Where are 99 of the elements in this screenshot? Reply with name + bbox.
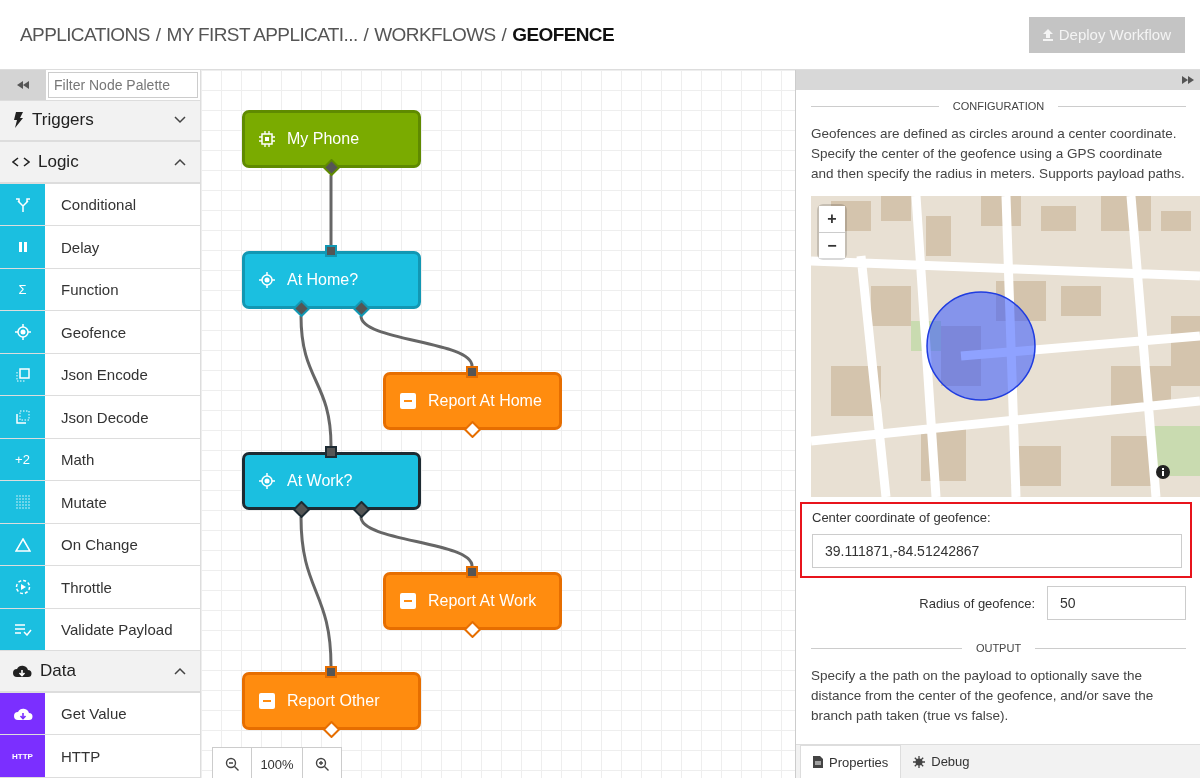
palette-item[interactable]: +2 Math bbox=[0, 438, 200, 482]
item-label: Mutate bbox=[60, 492, 107, 513]
category-label: Triggers bbox=[32, 110, 95, 131]
breadcrumb-link[interactable]: MY FIRST APPLICATI... bbox=[166, 23, 358, 46]
minus-square-icon bbox=[259, 693, 275, 709]
lightning-icon bbox=[12, 112, 24, 129]
breadcrumb-current: GEOFENCE bbox=[512, 23, 615, 46]
breadcrumb-separator: / bbox=[501, 23, 507, 46]
triangle-icon bbox=[14, 537, 31, 552]
input-port[interactable] bbox=[466, 566, 478, 578]
palette-item[interactable]: On Change bbox=[0, 523, 200, 567]
description-text: Specify a the path on the payload to optionally save the distance from the center of the geofence, and/or save the branch path taken (true vs false). bbox=[811, 667, 1155, 725]
breadcrumb-link[interactable]: APPLICATIONS bbox=[20, 23, 150, 46]
item-label: Function bbox=[60, 280, 119, 301]
item-label: Validate Payload bbox=[60, 620, 173, 641]
target-icon bbox=[259, 272, 275, 288]
category-header[interactable]: Logic bbox=[0, 142, 200, 184]
output-port[interactable] bbox=[323, 159, 340, 176]
coordinate-field[interactable]: 39.111871,-84.51242867 bbox=[812, 534, 1182, 568]
info-icon bbox=[1156, 465, 1170, 479]
breadcrumb-link[interactable]: WORKFLOWS bbox=[374, 23, 496, 46]
palette-item[interactable]: Delay bbox=[0, 226, 200, 269]
item-label: Delay bbox=[60, 237, 100, 258]
dot-grid-icon bbox=[15, 495, 30, 510]
input-port[interactable] bbox=[325, 666, 337, 678]
field-label: Radius of geofence: bbox=[919, 595, 1035, 611]
node-label: Report At Home bbox=[428, 392, 542, 410]
input-port[interactable] bbox=[466, 366, 478, 378]
palette-item[interactable]: Conditional bbox=[0, 183, 200, 227]
dotted-square-icon bbox=[15, 410, 30, 425]
output-port[interactable] bbox=[293, 501, 310, 518]
palette-item[interactable]: Get Value bbox=[0, 692, 200, 736]
target-icon bbox=[259, 473, 275, 489]
item-label: Geofence bbox=[60, 322, 127, 343]
connector bbox=[329, 175, 333, 245]
expand-icon[interactable] bbox=[1182, 76, 1194, 84]
breadcrumb-separator: / bbox=[363, 23, 369, 46]
radius-field[interactable]: 50 bbox=[1047, 586, 1186, 620]
category-header[interactable]: Data bbox=[0, 651, 200, 693]
category-label: Logic bbox=[38, 151, 80, 172]
section-heading: CONFIGURATION bbox=[952, 100, 1045, 112]
palette-item[interactable]: Validate Payload bbox=[0, 608, 200, 652]
item-label: Conditional bbox=[60, 195, 137, 215]
node-label: Report Other bbox=[287, 692, 380, 710]
item-label: Json Encode bbox=[60, 365, 148, 386]
gear-icon bbox=[913, 755, 926, 768]
output-port[interactable] bbox=[293, 300, 310, 317]
glyph-icon: Σ bbox=[18, 282, 27, 298]
glyph-icon: HTTP bbox=[12, 751, 33, 761]
field-label: Center coordinate of geofence: bbox=[812, 510, 992, 525]
minus-square-icon bbox=[400, 393, 416, 409]
chip-icon bbox=[259, 131, 275, 147]
panel-tab[interactable]: Properties bbox=[800, 745, 902, 778]
output-port[interactable] bbox=[353, 300, 370, 317]
palette-item[interactable]: HTTP HTTP bbox=[0, 735, 200, 778]
filter-field[interactable]: Filter Node Palette bbox=[48, 72, 198, 98]
panel-tab[interactable]: Debug bbox=[901, 745, 982, 778]
input-port[interactable] bbox=[325, 446, 337, 458]
collapse-icon[interactable] bbox=[17, 80, 29, 89]
palette-item[interactable]: Json Decode bbox=[0, 396, 200, 439]
zoom-level: 100% bbox=[251, 748, 303, 778]
play-circle-icon bbox=[14, 579, 31, 596]
palette-item[interactable]: Mutate bbox=[0, 481, 200, 524]
checklist-icon bbox=[13, 623, 32, 636]
item-label: HTTP bbox=[60, 746, 101, 767]
output-port[interactable] bbox=[353, 501, 370, 518]
palette-item[interactable]: Σ Function bbox=[0, 268, 200, 312]
section-heading: OUTPUT bbox=[975, 642, 1022, 654]
item-label: On Change bbox=[60, 535, 138, 556]
item-label: Math bbox=[60, 450, 95, 471]
node-label: At Work? bbox=[287, 472, 353, 490]
cloud-download-icon bbox=[12, 706, 33, 721]
code-icon bbox=[12, 155, 30, 168]
item-label: Get Value bbox=[60, 704, 127, 725]
target-icon bbox=[14, 324, 31, 341]
dotted-square-icon bbox=[15, 367, 30, 382]
upload-icon bbox=[1042, 28, 1053, 41]
node-label: Report At Work bbox=[428, 592, 537, 610]
fork-icon bbox=[14, 197, 31, 212]
node-label: My Phone bbox=[287, 130, 360, 148]
glyph-icon: +2 bbox=[15, 452, 30, 468]
minus-square-icon bbox=[400, 593, 416, 609]
palette-item[interactable]: Geofence bbox=[0, 311, 200, 354]
node-label: At Home? bbox=[287, 271, 359, 289]
document-icon bbox=[813, 756, 823, 768]
input-port[interactable] bbox=[325, 245, 337, 257]
item-label: Throttle bbox=[60, 577, 112, 598]
category-label: Data bbox=[40, 661, 77, 682]
map-zoom-out-button[interactable]: − bbox=[819, 232, 845, 258]
pause-icon bbox=[16, 241, 29, 253]
item-label: Json Decode bbox=[60, 407, 149, 428]
palette-item[interactable]: Json Encode bbox=[0, 353, 200, 397]
category-header[interactable]: Triggers bbox=[0, 100, 200, 143]
zoom-in-icon bbox=[315, 757, 329, 771]
cloud-download-icon bbox=[12, 664, 32, 679]
zoom-out-icon bbox=[225, 757, 239, 771]
description-text: Geofences are defined as circles around a center coordinate. Specify the center of the geofence using a GPS coordinate and then specify the radius in meters. Supports payload paths. bbox=[811, 125, 1186, 183]
palette-item[interactable]: Throttle bbox=[0, 566, 200, 609]
breadcrumb-separator: / bbox=[155, 23, 161, 46]
